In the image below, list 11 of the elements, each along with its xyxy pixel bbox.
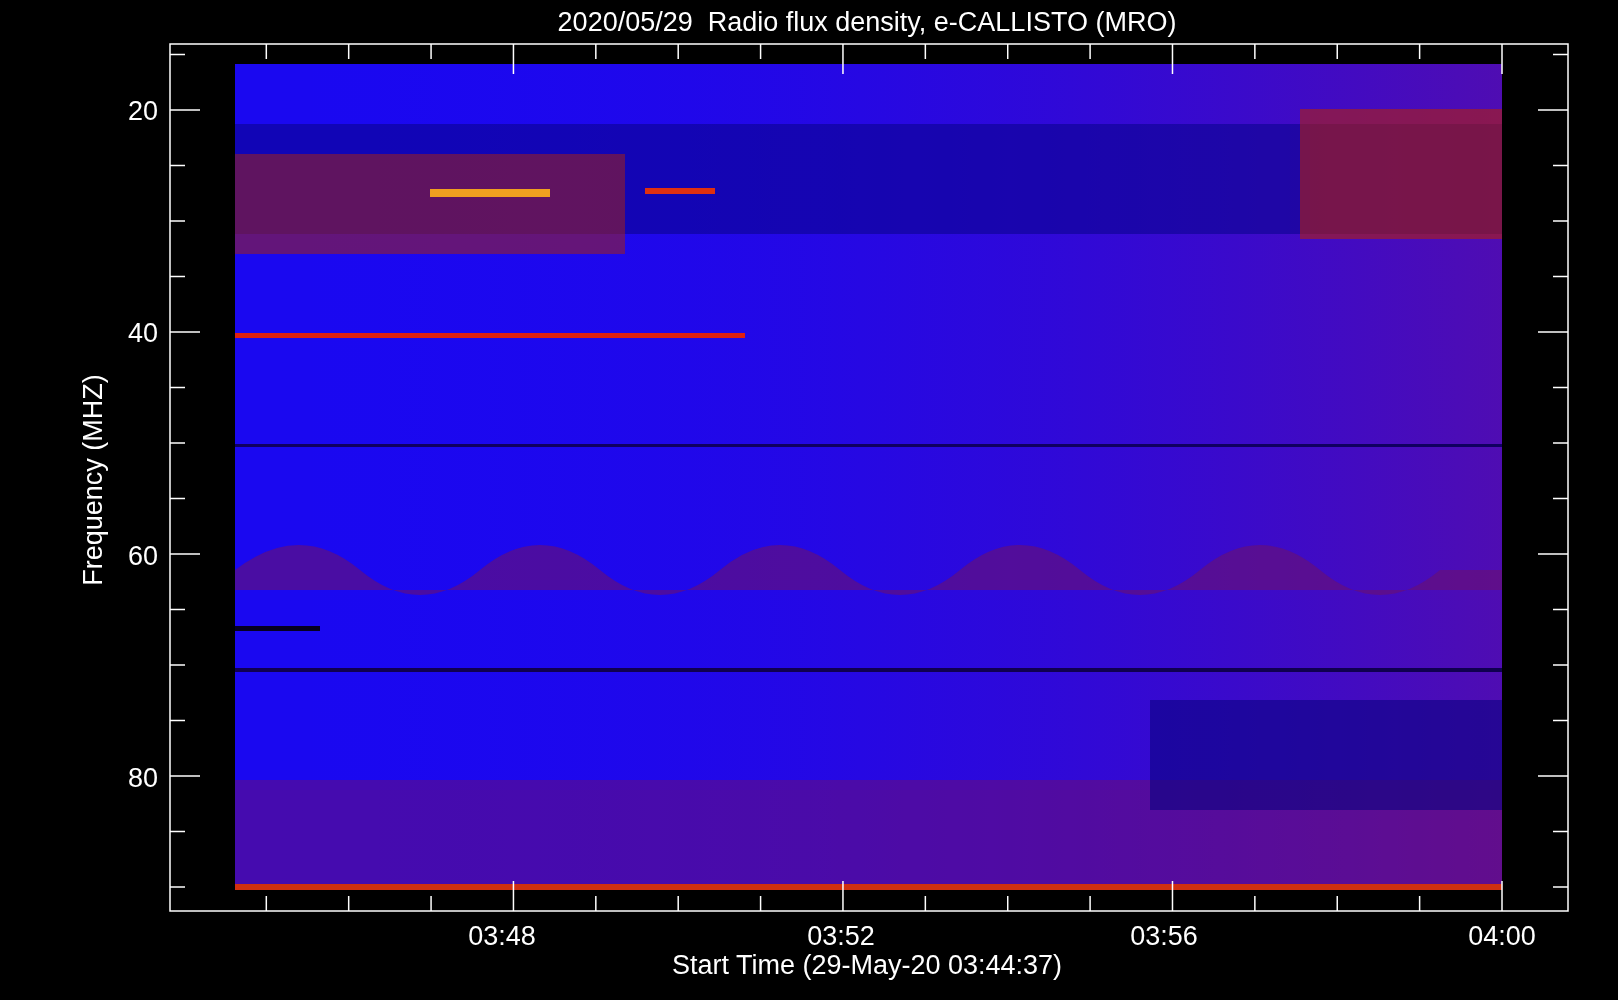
y-tick-label: 40 (127, 318, 158, 348)
y-tick-label: 80 (127, 763, 158, 793)
y-tick-label: 60 (127, 541, 158, 571)
x-tick-label: 04:00 (1468, 921, 1536, 951)
chart-title: 2020/05/29 Radio flux density, e-CALLISTO (MRO) (557, 7, 1177, 37)
x-tick-label: 03:56 (1130, 921, 1198, 951)
y-tick-label: 20 (127, 96, 158, 126)
y-axis-label: Frequency (MHZ) (78, 374, 108, 586)
x-axis-label: Start Time (29-May-20 03:44:37) (671, 950, 1063, 980)
x-tick-label: 03:48 (468, 921, 536, 951)
x-tick-label: 03:52 (807, 921, 875, 951)
